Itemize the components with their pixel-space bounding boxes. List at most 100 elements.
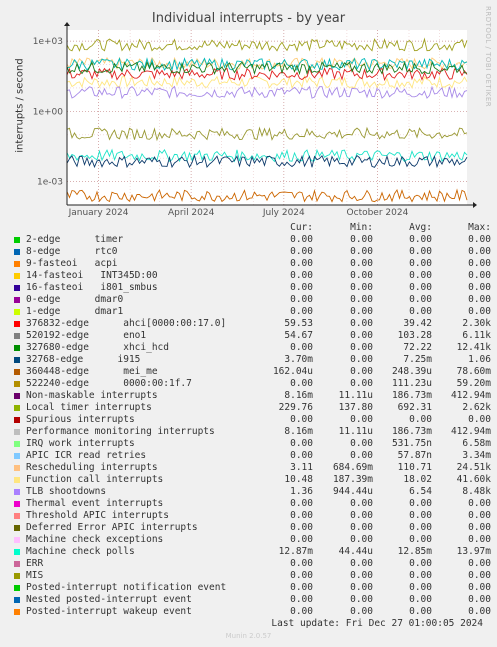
legend-max-value: 0.00 [468,294,491,305]
legend-max-value: 0.00 [468,582,491,593]
legend-swatch [14,309,20,315]
legend-avg-value: 0.00 [409,246,432,257]
legend-row: Local timer interrupts 229.76 137.80 692.31… [0,402,497,414]
legend-min-value: 11.11u [338,426,373,437]
legend-cur-value: 3.11 [290,462,313,473]
legend-label: 0-edge dmar0 [26,294,124,305]
legend-cur-value: 0.00 [290,570,313,581]
legend-max-value: 1.06 [468,354,491,365]
legend-label: APIC ICR read retries [26,450,147,461]
legend-min-value: 0.00 [350,282,373,293]
legend-cur-value: 0.00 [290,558,313,569]
plot-area: 1e+03 1e+00 1e-03 January 2024 April 2024 Jul… [33,22,477,218]
legend-min-value: 0.00 [350,558,373,569]
legend-label: 2-edge timer [26,234,124,245]
legend-cur-value: 0.00 [290,282,313,293]
legend-avg-value: 72.22 [403,342,432,353]
legend-row: 376832-edge ahci[0000:00:17.0] 59.53 0.00 3… [0,318,497,330]
legend-avg-value: 0.00 [409,534,432,545]
legend-min-value: 187.39m [332,474,373,485]
legend-swatch [14,249,20,255]
legend-row: 32768-edge i915 3.70m 0.00 7.25m 1.06 [0,354,497,366]
legend-max-value: 13.97m [456,546,491,557]
legend-label: Non-maskable interrupts [26,390,158,401]
legend-max-value: 8.48k [462,486,491,497]
legend-min-value: 0.00 [350,450,373,461]
legend-swatch [14,273,20,279]
legend-swatch [14,465,20,471]
legend-max-value: 0.00 [468,498,491,509]
legend-label: 360448-edge mei_me [26,366,158,377]
legend-max-value: 0.00 [468,306,491,317]
legend-swatch [14,357,20,363]
legend-max-value: 59.20m [456,378,491,389]
legend-max-value: 3.34m [462,450,491,461]
legend-swatch [14,441,20,447]
legend-row: Nested posted-interrupt event 0.00 0.00 0.0… [0,594,497,606]
legend-avg-value: 6.54 [409,486,432,497]
legend-label: Machine check polls [26,546,135,557]
legend-max-value: 0.00 [468,414,491,425]
legend-min-value: 0.00 [350,342,373,353]
legend-min-value: 0.00 [350,318,373,329]
legend-label: Rescheduling interrupts [26,462,158,473]
legend-row: 16-fasteoi i801_smbus 0.00 0.00 0.00 0.00 [0,282,497,294]
legend-max-value: 412.94m [450,426,491,437]
legend-swatch [14,285,20,291]
legend-cur-value: 0.00 [290,270,313,281]
legend-avg-value: 0.00 [409,282,432,293]
legend-max-value: 2.30k [462,318,491,329]
legend-min-value: 0.00 [350,354,373,365]
legend-avg-value: 7.25m [403,354,432,365]
legend-swatch [14,261,20,267]
legend-max-value: 0.00 [468,270,491,281]
legend-avg-value: 12.85m [397,546,432,557]
legend-max-value: 0.00 [468,606,491,617]
legend-row: Thermal event interrupts 0.00 0.00 0.00 0.00 [0,498,497,510]
legend-cur-value: 0.00 [290,582,313,593]
legend-swatch [14,525,20,531]
legend-label: 376832-edge ahci[0000:00:17.0] [26,318,227,329]
x-tick-label: January 2024 [68,208,129,218]
legend-avg-value: 692.31 [397,402,432,413]
legend-swatch [14,549,20,555]
y-tick-label: 1e+00 [33,107,64,117]
legend-min-value: 0.00 [350,606,373,617]
legend-row: Deferred Error APIC interrupts 0.00 0.00 0.… [0,522,497,534]
legend-row: IRQ work interrupts 0.00 0.00 531.75n 6.58m [0,438,497,450]
legend-avg-value: 0.00 [409,594,432,605]
legend-row: 1-edge dmar1 0.00 0.00 0.00 0.00 [0,306,497,318]
legend-avg-value: 0.00 [409,498,432,509]
legend-label: Local timer interrupts [26,402,152,413]
legend-min-value: 0.00 [350,246,373,257]
legend-min-value: 0.00 [350,570,373,581]
legend-cur-value: 10.48 [284,474,313,485]
legend-row: 2-edge timer 0.00 0.00 0.00 0.00 [0,234,497,246]
y-tick-label: 1e+03 [33,37,63,47]
legend-max-value: 0.00 [468,282,491,293]
legend-swatch [14,369,20,375]
legend-row: ERR 0.00 0.00 0.00 0.00 [0,558,497,570]
legend-label: 522240-edge 0000:00:1f.7 [26,378,192,389]
legend-max-value: 0.00 [468,258,491,269]
legend-max-value: 0.00 [468,246,491,257]
legend-cur-value: 0.00 [290,534,313,545]
legend-avg-value: 186.73m [391,390,432,401]
legend-max-value: 12.41k [456,342,491,353]
munin-version: Munin 2.0.57 [225,632,272,640]
legend-avg-value: 0.00 [409,570,432,581]
legend-row: 8-edge rtc0 0.00 0.00 0.00 0.00 [0,246,497,258]
legend-cur-value: 0.00 [290,498,313,509]
plot-background [67,30,467,205]
legend-min-value: 0.00 [350,306,373,317]
legend-min-value: 0.00 [350,366,373,377]
legend-label: MIS [26,570,44,581]
legend-min-value: 0.00 [350,510,373,521]
legend-label: Spurious interrupts [26,414,135,425]
legend-avg-value: 0.00 [409,414,432,425]
legend-max-value: 0.00 [468,510,491,521]
legend-min-value: 0.00 [350,414,373,425]
legend-row: 520192-edge eno1 54.67 0.00 103.28 6.11k [0,330,497,342]
legend-row: Machine check polls 12.87m 44.44u 12.85m 13.… [0,546,497,558]
legend-swatch [14,597,20,603]
